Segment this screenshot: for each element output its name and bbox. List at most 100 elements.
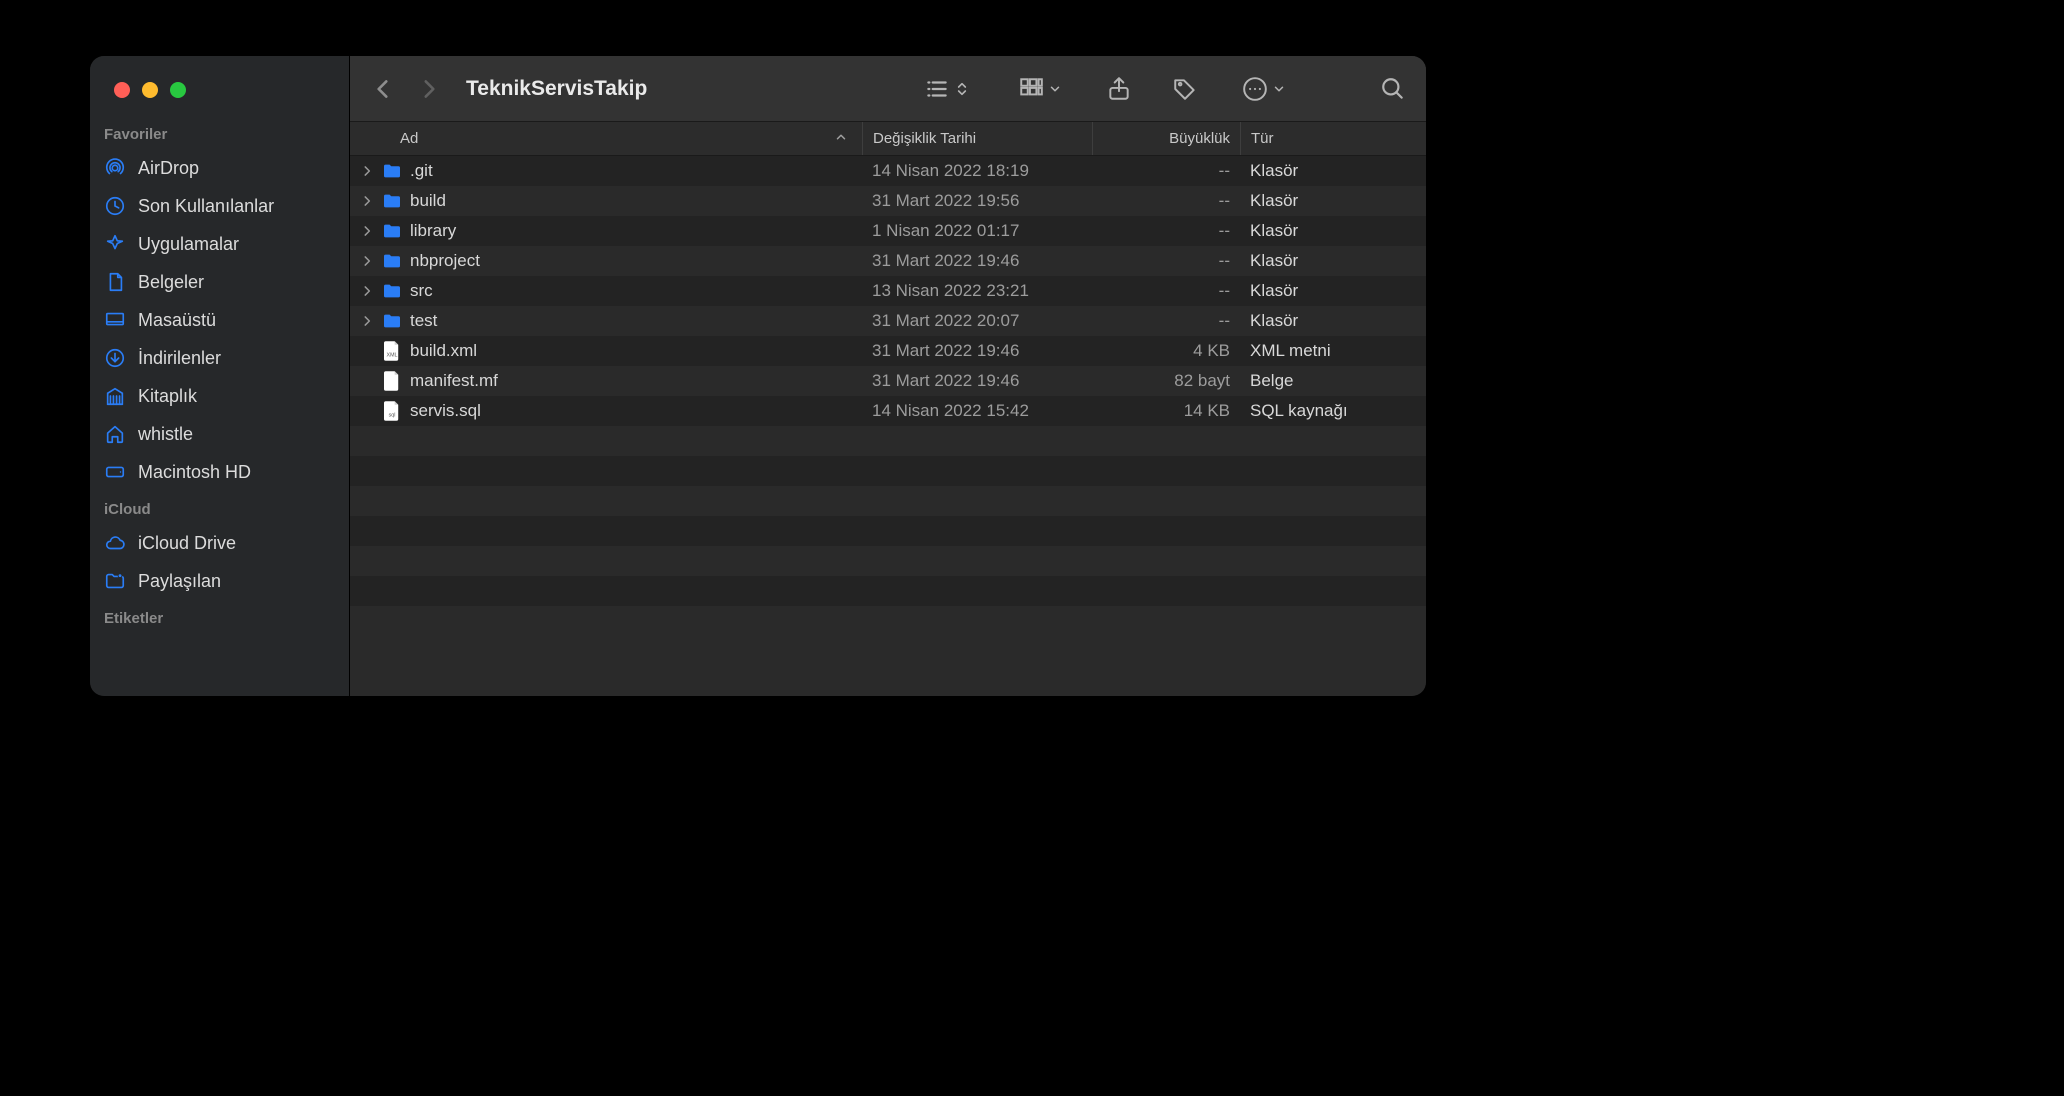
file-date: 31 Mart 2022 19:56 <box>862 186 1092 216</box>
folder-icon <box>382 311 402 331</box>
file-type: Klasör <box>1240 186 1426 216</box>
sidebar-item-airdrop[interactable]: AirDrop <box>90 149 349 187</box>
chevron-down-icon <box>1272 82 1286 96</box>
forward-button[interactable] <box>416 76 442 102</box>
sidebar-item-belgeler[interactable]: Belgeler <box>90 263 349 301</box>
file-type: Klasör <box>1240 276 1426 306</box>
list-view-icon <box>924 76 950 102</box>
column-header-label: Değişiklik Tarihi <box>873 130 976 147</box>
download-icon <box>104 347 126 369</box>
sidebar-item-icloud-drive[interactable]: iCloud Drive <box>90 524 349 562</box>
disclosure-triangle[interactable] <box>360 194 374 208</box>
clock-icon <box>104 195 126 217</box>
view-mode-button[interactable] <box>924 76 970 102</box>
sidebar-item-label: iCloud Drive <box>138 533 236 554</box>
file-size: -- <box>1092 306 1240 336</box>
folder-icon <box>382 191 402 211</box>
column-header-size[interactable]: Büyüklük <box>1092 122 1240 155</box>
file-name: servis.sql <box>410 401 481 421</box>
file-date: 31 Mart 2022 20:07 <box>862 306 1092 336</box>
file-name: manifest.mf <box>410 371 498 391</box>
file-row[interactable]: manifest.mf31 Mart 2022 19:4682 baytBelg… <box>350 366 1426 396</box>
file-date: 13 Nisan 2022 23:21 <box>862 276 1092 306</box>
file-date: 31 Mart 2022 19:46 <box>862 366 1092 396</box>
svg-text:XML: XML <box>387 352 398 358</box>
action-button[interactable] <box>1242 76 1286 102</box>
back-button[interactable] <box>370 76 396 102</box>
sidebar-item-whistle[interactable]: whistle <box>90 415 349 453</box>
file-name: build.xml <box>410 341 477 361</box>
column-header-type[interactable]: Tür <box>1240 122 1426 155</box>
sidebar-section-label: iCloud <box>90 491 349 524</box>
column-header-name[interactable]: Ad <box>350 122 862 155</box>
file-row[interactable]: nbproject31 Mart 2022 19:46--Klasör <box>350 246 1426 276</box>
file-list: .git14 Nisan 2022 18:19--Klasörbuild31 M… <box>350 156 1426 696</box>
file-row-empty <box>350 486 1426 516</box>
folder-icon <box>382 161 402 181</box>
file-size: 4 KB <box>1092 336 1240 366</box>
disclosure-triangle[interactable] <box>360 254 374 268</box>
sidebar-item-kitaplık[interactable]: Kitaplık <box>90 377 349 415</box>
group-by-button[interactable] <box>1018 76 1062 102</box>
file-name: library <box>410 221 456 241</box>
minimize-button[interactable] <box>142 82 158 98</box>
tags-button[interactable] <box>1172 76 1198 102</box>
file-type: Klasör <box>1240 306 1426 336</box>
disclosure-triangle[interactable] <box>360 314 374 328</box>
fullscreen-button[interactable] <box>170 82 186 98</box>
column-header-label: Ad <box>400 130 418 147</box>
share-button[interactable] <box>1106 76 1132 102</box>
traffic-lights <box>90 82 349 116</box>
sidebar-item-label: Son Kullanılanlar <box>138 196 274 217</box>
column-header-label: Büyüklük <box>1169 130 1230 147</box>
close-button[interactable] <box>114 82 130 98</box>
sidebar-item-label: İndirilenler <box>138 348 221 369</box>
disk-icon <box>104 461 126 483</box>
file-row[interactable]: build31 Mart 2022 19:56--Klasör <box>350 186 1426 216</box>
file-date: 31 Mart 2022 19:46 <box>862 336 1092 366</box>
file-name: nbproject <box>410 251 480 271</box>
main-pane: TeknikServisTakip <box>350 56 1426 696</box>
sidebar-item-macintosh-hd[interactable]: Macintosh HD <box>90 453 349 491</box>
search-button[interactable] <box>1380 76 1406 102</box>
sidebar-item-label: Kitaplık <box>138 386 197 407</box>
file-type: SQL kaynağı <box>1240 396 1426 426</box>
sidebar-item-uygulamalar[interactable]: Uygulamalar <box>90 225 349 263</box>
disclosure-triangle[interactable] <box>360 224 374 238</box>
grid-group-icon <box>1018 76 1044 102</box>
sidebar-item-label: Macintosh HD <box>138 462 251 483</box>
sidebar-item-label: AirDrop <box>138 158 199 179</box>
file-type: XML metni <box>1240 336 1426 366</box>
sidebar-section-label: Etiketler <box>90 600 349 633</box>
file-size: 14 KB <box>1092 396 1240 426</box>
sidebar-item-label: whistle <box>138 424 193 445</box>
column-header-date[interactable]: Değişiklik Tarihi <box>862 122 1092 155</box>
apps-icon <box>104 233 126 255</box>
file-row[interactable]: sql servis.sql 14 Nisan 2022 15:4214 KBSQL… <box>350 396 1426 426</box>
sidebar-item-paylaşılan[interactable]: Paylaşılan <box>90 562 349 600</box>
file-size: -- <box>1092 246 1240 276</box>
svg-text:sql: sql <box>389 412 396 418</box>
file-row[interactable]: .git14 Nisan 2022 18:19--Klasör <box>350 156 1426 186</box>
document-icon <box>382 371 402 391</box>
column-header-label: Tür <box>1251 130 1274 147</box>
file-date: 14 Nisan 2022 15:42 <box>862 396 1092 426</box>
file-row-empty <box>350 516 1426 546</box>
file-name: .git <box>410 161 433 181</box>
file-row[interactable]: XML build.xml 31 Mart 2022 19:464 KBXML me… <box>350 336 1426 366</box>
file-row[interactable]: library1 Nisan 2022 01:17--Klasör <box>350 216 1426 246</box>
sidebar-item-son-kullanılanlar[interactable]: Son Kullanılanlar <box>90 187 349 225</box>
sidebar: FavorilerAirDropSon KullanılanlarUygulam… <box>90 56 350 696</box>
disclosure-triangle[interactable] <box>360 284 374 298</box>
sidebar-item-masaüstü[interactable]: Masaüstü <box>90 301 349 339</box>
file-row[interactable]: src13 Nisan 2022 23:21--Klasör <box>350 276 1426 306</box>
chevron-down-icon <box>1048 82 1062 96</box>
sort-ascending-icon <box>834 130 848 148</box>
file-row[interactable]: test31 Mart 2022 20:07--Klasör <box>350 306 1426 336</box>
sidebar-item-i̇ndirilenler[interactable]: İndirilenler <box>90 339 349 377</box>
document-icon <box>104 271 126 293</box>
disclosure-triangle[interactable] <box>360 164 374 178</box>
file-row-empty <box>350 546 1426 576</box>
shared-folder-icon <box>104 570 126 592</box>
airdrop-icon <box>104 157 126 179</box>
